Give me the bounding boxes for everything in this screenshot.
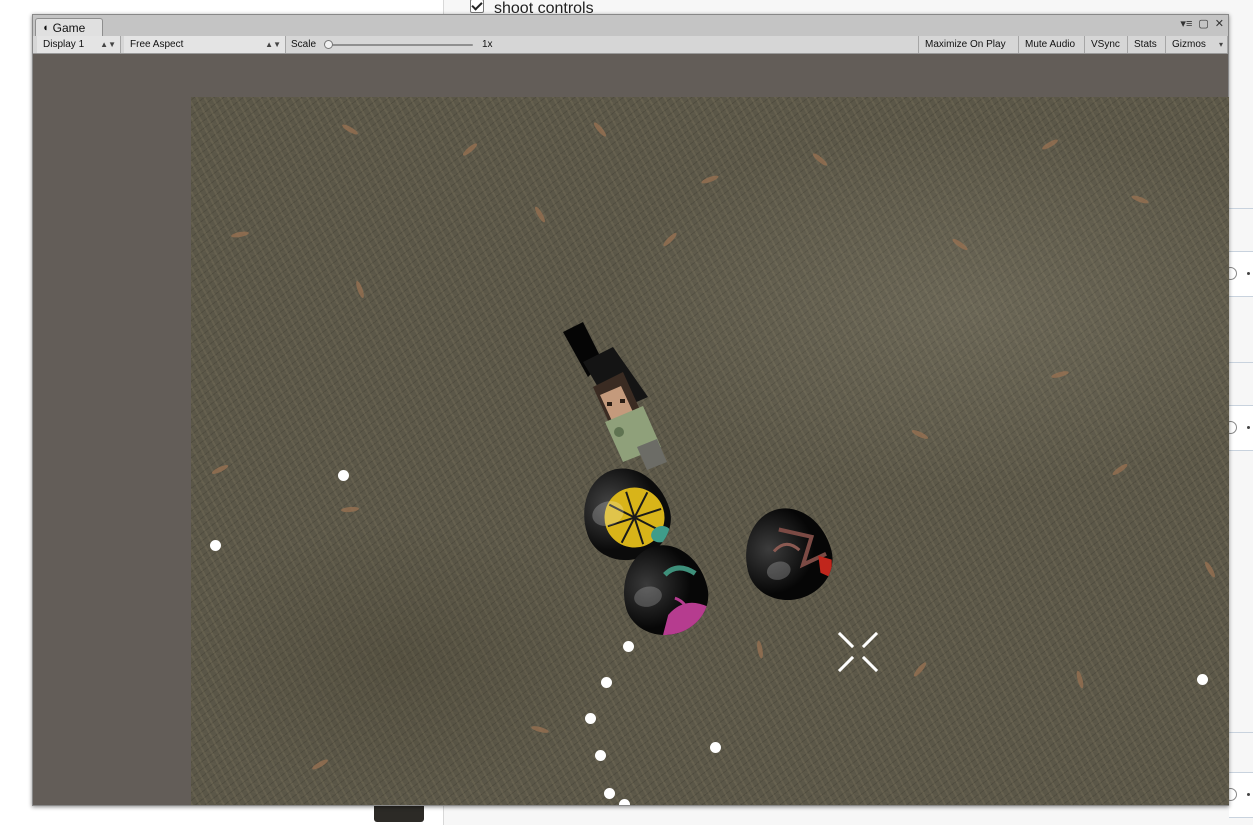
inspector-divider — [1229, 208, 1253, 209]
leaf — [354, 280, 366, 299]
game-window: ◖ Game ▾≡ ▢ ✕ Display 1 ▲▼ Free Aspect ▲… — [32, 14, 1229, 806]
leaf — [951, 237, 969, 252]
game-toolbar: Display 1 ▲▼ Free Aspect ▲▼ Scale 1x Max… — [33, 36, 1228, 54]
waypoint-dot — [585, 713, 596, 724]
window-controls: ▾≡ ▢ ✕ — [1180, 17, 1224, 30]
vsync-label: VSync — [1091, 39, 1120, 50]
leaf — [533, 205, 547, 224]
scale-slider-track[interactable] — [331, 44, 473, 46]
dropdown-arrow-icon: ▲▼ — [265, 40, 281, 49]
stats-toggle[interactable]: Stats — [1128, 36, 1166, 53]
asset-thumbnail — [374, 806, 424, 822]
leaf — [1203, 560, 1217, 579]
waypoint-dot — [623, 641, 634, 652]
maximize-on-play-label: Maximize On Play — [925, 39, 1006, 50]
game-viewport[interactable] — [191, 97, 1229, 805]
waypoint-dot — [601, 677, 612, 688]
tab-bar: ◖ Game ▾≡ ▢ ✕ — [33, 15, 1228, 37]
inspector-field[interactable] — [1224, 251, 1253, 297]
close-icon[interactable]: ✕ — [1215, 17, 1224, 30]
leaf — [340, 122, 360, 137]
aspect-dropdown-label: Free Aspect — [130, 39, 184, 50]
scale-value-text: 1x — [482, 39, 493, 50]
leaf — [461, 141, 479, 158]
leaf — [910, 428, 930, 441]
display-dropdown[interactable]: Display 1 ▲▼ — [37, 36, 121, 53]
waypoint-dot — [619, 799, 630, 805]
egg-pink[interactable] — [614, 537, 716, 643]
leaf — [1040, 137, 1060, 152]
waypoint-dot — [595, 750, 606, 761]
leaf — [912, 660, 928, 679]
maximize-on-play-toggle[interactable]: Maximize On Play — [918, 36, 1019, 53]
waypoint-dot — [710, 742, 721, 753]
more-icon[interactable] — [1247, 793, 1250, 796]
maximize-icon[interactable]: ▢ — [1198, 17, 1208, 30]
inspector-divider — [1229, 732, 1253, 733]
stats-label: Stats — [1134, 39, 1157, 50]
egg-red[interactable] — [735, 498, 841, 610]
leaf — [530, 724, 550, 735]
scale-label: Scale — [291, 39, 317, 50]
shoot-controls-checkbox[interactable] — [470, 0, 484, 13]
inspector-field[interactable] — [1224, 772, 1253, 818]
more-icon[interactable] — [1247, 272, 1250, 275]
dropdown-arrow-icon: ▲▼ — [100, 40, 116, 49]
tab-game-label: Game — [52, 20, 86, 35]
waypoint-dot — [338, 470, 349, 481]
pacman-icon: ◖ — [42, 21, 49, 34]
leaf — [1130, 194, 1150, 205]
scale-slider-handle[interactable] — [324, 40, 333, 49]
crosshair-icon — [837, 631, 879, 673]
gizmos-dropdown[interactable]: Gizmos ▾ — [1166, 36, 1228, 53]
leaf — [230, 230, 250, 239]
leaf — [811, 151, 829, 168]
leaf — [1050, 369, 1070, 380]
leaf — [210, 463, 230, 476]
waypoint-dot — [604, 788, 615, 799]
window-menu-icon[interactable]: ▾≡ — [1180, 17, 1192, 30]
egg-pattern — [766, 527, 833, 580]
leaf — [661, 231, 679, 248]
leaf — [592, 120, 608, 139]
more-icon[interactable] — [1247, 426, 1250, 429]
vsync-toggle[interactable]: VSync — [1085, 36, 1128, 53]
aspect-dropdown[interactable]: Free Aspect ▲▼ — [124, 36, 286, 53]
egg-pattern — [634, 565, 712, 637]
mute-audio-toggle[interactable]: Mute Audio — [1019, 36, 1085, 53]
leaf — [340, 506, 360, 513]
waypoint-dot — [1197, 674, 1208, 685]
mute-audio-label: Mute Audio — [1025, 39, 1076, 50]
leaf — [1111, 462, 1129, 477]
leaf — [310, 757, 330, 772]
tab-game[interactable]: ◖ Game — [35, 18, 103, 36]
inspector-divider — [1229, 362, 1253, 363]
scale-value: 1x — [476, 36, 536, 53]
dropdown-arrow-icon: ▾ — [1218, 40, 1223, 49]
leaf — [700, 174, 720, 185]
leaf — [755, 640, 765, 659]
character-figure — [563, 322, 667, 470]
inspector-field[interactable] — [1224, 405, 1253, 451]
waypoint-dot — [210, 540, 221, 551]
gizmos-label: Gizmos — [1172, 39, 1206, 50]
display-dropdown-label: Display 1 — [43, 39, 85, 50]
leaf — [1075, 670, 1085, 689]
